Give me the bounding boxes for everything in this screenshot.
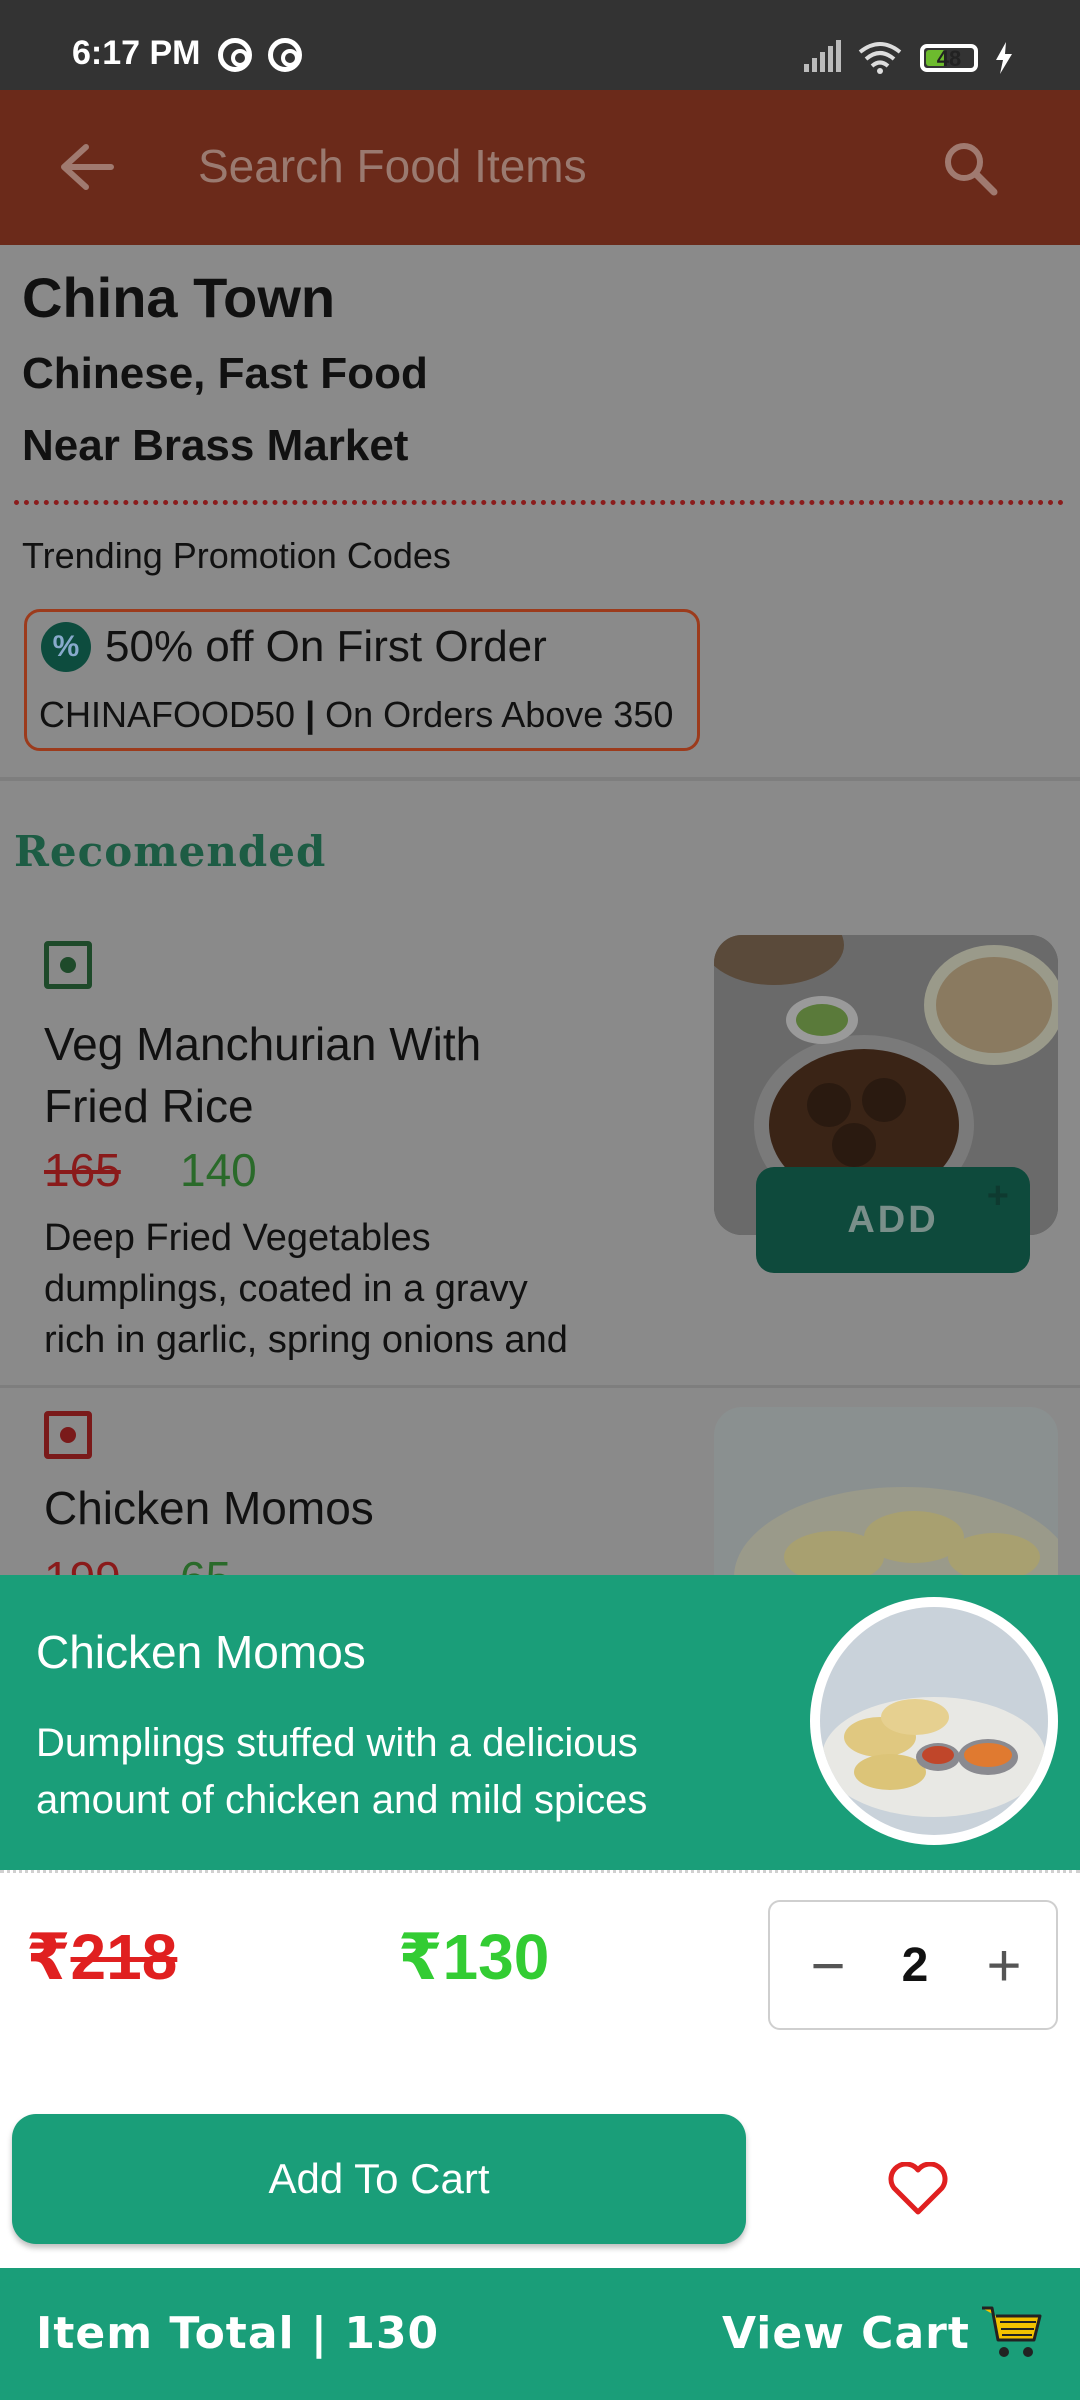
item-description: Deep Fried Vegetables dumplings, coated …: [44, 1217, 568, 1361]
battery-level: 48: [936, 46, 962, 71]
heart-icon[interactable]: [888, 2162, 948, 2216]
decrement-button[interactable]: −: [798, 1926, 858, 2006]
item-name: Chicken Momos: [44, 1482, 374, 1534]
add-to-cart-button[interactable]: Add To Cart: [12, 2114, 746, 2244]
promo-details: CHINAFOOD50 | On Orders Above 350: [39, 694, 673, 736]
dish-image: [714, 1407, 1058, 1575]
divider: [14, 500, 1064, 505]
back-arrow-icon[interactable]: [56, 142, 116, 192]
promo-code: CHINAFOOD50: [39, 694, 296, 735]
veg-icon: [44, 941, 92, 989]
rupee-icon: ₹: [26, 1921, 71, 1995]
quantity-stepper: − 2 +: [768, 1900, 1058, 2030]
cart-footer[interactable]: Item Total | 130 View Cart: [0, 2268, 1080, 2400]
card-divider: [0, 1385, 1080, 1388]
quantity-value: 2: [901, 1939, 929, 1992]
divider: [0, 1870, 1080, 1873]
item-old-price: 199: [44, 1551, 121, 1575]
item-price: 65: [180, 1551, 231, 1575]
charging-icon: [996, 42, 1012, 74]
signal-icon: [804, 40, 841, 72]
item-old-price: 165: [44, 1144, 121, 1196]
cart-icon[interactable]: [980, 2302, 1044, 2362]
section-divider: [0, 777, 1080, 781]
item-thumbnail: [810, 1597, 1058, 1845]
promo-condition: On Orders Above 350: [325, 694, 674, 735]
item-detail-sheet: Chicken Momos Dumplings stuffed with a d…: [0, 1575, 1080, 1870]
view-cart-button[interactable]: View Cart: [722, 2308, 970, 2359]
rupee-icon: ₹: [398, 1921, 443, 1995]
notification-icon: [268, 38, 302, 72]
percent-icon: %: [41, 622, 91, 672]
promo-separator: |: [305, 694, 316, 735]
old-price: ₹218: [26, 1921, 178, 1995]
promotions-heading: Trending Promotion Codes: [22, 535, 451, 576]
item-price: 140: [180, 1144, 257, 1196]
add-button[interactable]: ADD +: [756, 1167, 1030, 1273]
sheet-description: Dumplings stuffed with a delicious amoun…: [36, 1721, 648, 1822]
new-price: ₹130: [398, 1921, 550, 1995]
recommended-heading: Recomended: [14, 827, 327, 876]
search-icon[interactable]: [940, 138, 1000, 198]
plus-icon: +: [986, 1175, 1012, 1217]
non-veg-icon: [44, 1411, 92, 1459]
restaurant-cuisine: Chinese, Fast Food: [22, 349, 428, 398]
battery-icon: 48: [920, 44, 978, 72]
restaurant-location: Near Brass Market: [22, 421, 409, 470]
increment-button[interactable]: +: [974, 1926, 1034, 2006]
sheet-title: Chicken Momos: [36, 1626, 366, 1678]
promo-card[interactable]: % 50% off On First Order CHINAFOOD50 | O…: [24, 609, 700, 751]
status-time: 6:17 PM: [72, 34, 201, 72]
notification-icon: [218, 38, 252, 72]
status-bar: 6:17 PM 48: [0, 0, 1080, 90]
item-name: Veg Manchurian With Fried Rice: [44, 1018, 482, 1132]
wifi-icon: [858, 42, 902, 74]
restaurant-content: China Town Chinese, Fast Food Near Brass…: [0, 245, 1080, 1575]
promo-title: 50% off On First Order: [105, 622, 547, 671]
search-header: [0, 90, 1080, 245]
restaurant-name: China Town: [22, 266, 336, 329]
search-input[interactable]: [196, 130, 900, 202]
item-total: Item Total | 130: [36, 2308, 440, 2359]
